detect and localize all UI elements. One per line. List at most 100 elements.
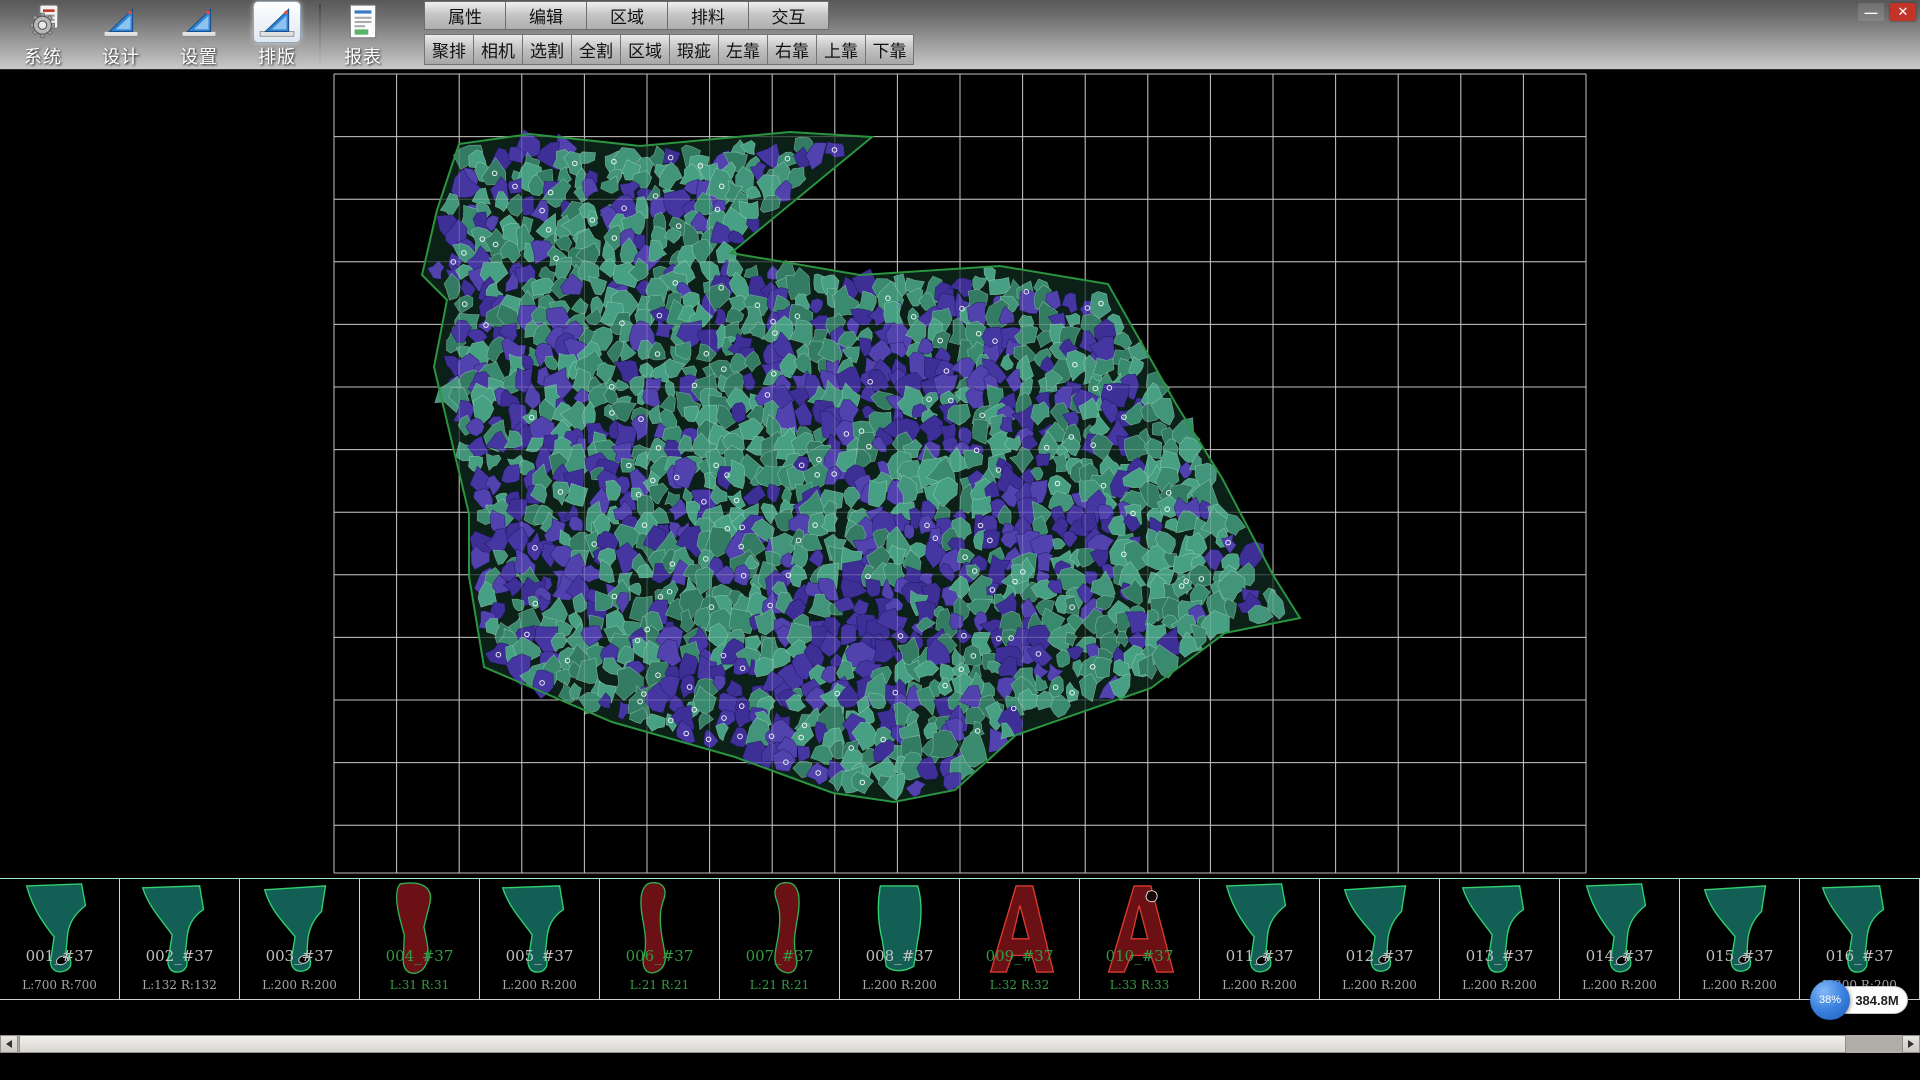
piece-thumbnail-007_#37[interactable]: 007_#37 L:21 R:21 xyxy=(720,879,840,999)
menu-tab-属性[interactable]: 属性 xyxy=(424,1,505,30)
scrollbar-thumb[interactable] xyxy=(19,1035,1846,1053)
piece-thumbnail-015_#37[interactable]: 015_#37 L:200 R:200 xyxy=(1680,879,1800,999)
action-button-全割[interactable]: 全割 xyxy=(571,34,620,65)
piece-thumbnail-006_#37[interactable]: 006_#37 L:21 R:21 xyxy=(600,879,720,999)
piece-name: 015_#37 xyxy=(1680,947,1799,965)
pieces-strip: 001_#37 L:700 R:700002_#37L:132 R:132003_… xyxy=(0,878,1920,1000)
minimize-button[interactable]: — xyxy=(1858,3,1884,21)
piece-lr-count: L:200 R:200 xyxy=(1320,978,1439,992)
toolbar-button-label: 报表 xyxy=(344,43,382,69)
toolbar-button-系统[interactable]: 系统 xyxy=(4,0,82,69)
piece-thumbnail-010_#37[interactable]: 010_#37 L:33 R:33 xyxy=(1080,879,1200,999)
piece-lr-count: L:31 R:31 xyxy=(360,978,479,992)
piece-name: 010_#37 xyxy=(1080,947,1199,965)
toolbar-button-label: 设置 xyxy=(180,43,218,69)
action-button-选割[interactable]: 选割 xyxy=(522,34,571,65)
toolbar-button-label: 设计 xyxy=(102,43,140,69)
nesting-canvas[interactable] xyxy=(0,70,1920,878)
piece-name: 002_#37 xyxy=(120,947,239,965)
piece-name: 016_#37 xyxy=(1800,947,1919,965)
piece-thumbnail-002_#37[interactable]: 002_#37L:132 R:132 xyxy=(120,879,240,999)
progress-badge: 38% xyxy=(1810,980,1850,1020)
piece-lr-count: L:200 R:200 xyxy=(1200,978,1319,992)
menu-tab-交互[interactable]: 交互 xyxy=(748,1,829,30)
progress-value: 38% xyxy=(1819,994,1841,1006)
piece-name: 011_#37 xyxy=(1200,947,1319,965)
scrollbar-track[interactable] xyxy=(18,1035,1902,1053)
menu-tab-区域[interactable]: 区域 xyxy=(586,1,667,30)
action-button-下靠[interactable]: 下靠 xyxy=(865,34,914,65)
action-button-瑕疵[interactable]: 瑕疵 xyxy=(669,34,718,65)
toolbar-button-设计[interactable]: 设计 xyxy=(82,0,160,69)
piece-lr-count: L:32 R:32 xyxy=(960,978,1079,992)
design-ruler-icon xyxy=(98,2,144,42)
app-window: 系统 设计 设置 排版 报表 属性编辑区域排料交互 聚排相机选割全割区域瑕疵左靠… xyxy=(0,0,1920,1080)
action-button-区域[interactable]: 区域 xyxy=(620,34,669,65)
piece-lr-count: L:200 R:200 xyxy=(240,978,359,992)
report-doc-icon xyxy=(340,2,386,42)
scroll-right-arrow-icon xyxy=(1908,1040,1914,1048)
toolbar-button-label: 排版 xyxy=(258,43,296,69)
piece-lr-count: L:200 R:200 xyxy=(480,978,599,992)
nesting-ruler-icon xyxy=(254,2,300,42)
piece-thumbnail-008_#37[interactable]: 008_#37 L:200 R:200 xyxy=(840,879,960,999)
close-button[interactable]: ✕ xyxy=(1890,3,1916,21)
menu-tab-排料[interactable]: 排料 xyxy=(667,1,748,30)
piece-thumbnail-005_#37[interactable]: 005_#37 L:200 R:200 xyxy=(480,879,600,999)
piece-name: 003_#37 xyxy=(240,947,359,965)
system-gear-icon xyxy=(20,2,66,42)
piece-thumbnail-016_#37[interactable]: 016_#37L:200 R:200 xyxy=(1800,879,1920,999)
piece-name: 001_#37 xyxy=(0,947,119,965)
toolbar-button-label: 系统 xyxy=(24,43,62,69)
menu-area: 属性编辑区域排料交互 聚排相机选割全割区域瑕疵左靠右靠上靠下靠 xyxy=(424,1,914,65)
menu-tab-row: 属性编辑区域排料交互 xyxy=(424,1,914,30)
piece-thumbnail-004_#37[interactable]: 004_#37 L:31 R:31 xyxy=(360,879,480,999)
piece-lr-count: L:200 R:200 xyxy=(840,978,959,992)
scroll-left-arrow-icon xyxy=(6,1040,12,1048)
toolbar-button-排版[interactable]: 排版 xyxy=(238,0,316,69)
toolbar-divider xyxy=(319,4,321,64)
toolbar-button-group: 系统 设计 设置 排版 报表 xyxy=(4,0,402,70)
horizontal-scrollbar[interactable] xyxy=(0,1035,1920,1053)
action-button-row: 聚排相机选割全割区域瑕疵左靠右靠上靠下靠 xyxy=(424,34,914,65)
action-button-相机[interactable]: 相机 xyxy=(473,34,522,65)
nesting-canvas-svg xyxy=(0,70,1920,878)
piece-lr-count: L:200 R:200 xyxy=(1440,978,1559,992)
action-button-右靠[interactable]: 右靠 xyxy=(767,34,816,65)
toolbar-button-报表[interactable]: 报表 xyxy=(324,0,402,69)
piece-name: 013_#37 xyxy=(1440,947,1559,965)
piece-thumbnail-012_#37[interactable]: 012_#37 L:200 R:200 xyxy=(1320,879,1440,999)
scroll-right-button[interactable] xyxy=(1902,1035,1920,1053)
piece-thumbnail-009_#37[interactable]: 009_#37 L:32 R:32 xyxy=(960,879,1080,999)
scroll-left-button[interactable] xyxy=(0,1035,18,1053)
piece-name: 007_#37 xyxy=(720,947,839,965)
main-toolbar: 系统 设计 设置 排版 报表 属性编辑区域排料交互 聚排相机选割全割区域瑕疵左靠… xyxy=(0,0,1920,70)
canvas-grid-overlay xyxy=(334,74,1586,873)
piece-lr-count: L:200 R:200 xyxy=(1680,978,1799,992)
piece-thumbnail-003_#37[interactable]: 003_#37 L:200 R:200 xyxy=(240,879,360,999)
memory-value: 384.8M xyxy=(1855,993,1898,1008)
piece-lr-count: L:21 R:21 xyxy=(600,978,719,992)
piece-thumbnail-011_#37[interactable]: 011_#37 L:200 R:200 xyxy=(1200,879,1320,999)
piece-name: 004_#37 xyxy=(360,947,479,965)
menu-tab-编辑[interactable]: 编辑 xyxy=(505,1,586,30)
action-button-上靠[interactable]: 上靠 xyxy=(816,34,865,65)
piece-lr-count: L:21 R:21 xyxy=(720,978,839,992)
action-button-左靠[interactable]: 左靠 xyxy=(718,34,767,65)
window-controls: — ✕ xyxy=(1858,3,1916,21)
piece-name: 012_#37 xyxy=(1320,947,1439,965)
piece-lr-count: L:200 R:200 xyxy=(1560,978,1679,992)
piece-name: 014_#37 xyxy=(1560,947,1679,965)
action-button-聚排[interactable]: 聚排 xyxy=(424,34,473,65)
toolbar-button-设置[interactable]: 设置 xyxy=(160,0,238,69)
piece-lr-count: L:33 R:33 xyxy=(1080,978,1199,992)
piece-name: 008_#37 xyxy=(840,947,959,965)
piece-name: 006_#37 xyxy=(600,947,719,965)
piece-lr-count: L:700 R:700 xyxy=(0,978,119,992)
piece-thumbnail-014_#37[interactable]: 014_#37 L:200 R:200 xyxy=(1560,879,1680,999)
piece-name: 005_#37 xyxy=(480,947,599,965)
piece-name: 009_#37 xyxy=(960,947,1079,965)
piece-thumbnail-013_#37[interactable]: 013_#37 L:200 R:200 xyxy=(1440,879,1560,999)
piece-thumbnail-001_#37[interactable]: 001_#37 L:700 R:700 xyxy=(0,879,120,999)
settings-ruler-icon xyxy=(176,2,222,42)
